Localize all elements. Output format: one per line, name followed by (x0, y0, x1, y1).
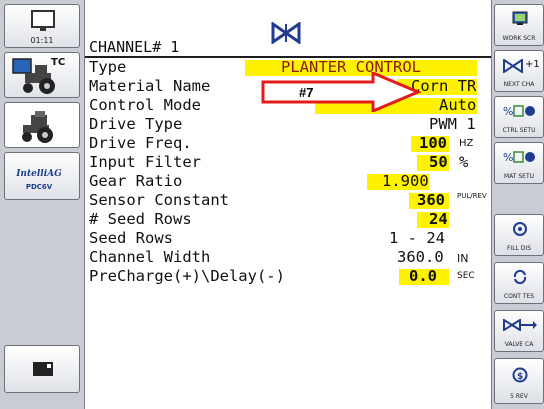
drive-freq-unit: HZ (459, 138, 474, 149)
mat-setup-icon: % (503, 151, 535, 164)
camera-button[interactable] (4, 345, 80, 393)
tc-label: TC (51, 57, 66, 68)
fill-dist-label: FILL DIS (506, 245, 531, 252)
ctrl-setup-label: CTRL SETU (502, 127, 536, 134)
valve-cal-icon (503, 319, 537, 331)
fill-dist-icon (513, 222, 527, 236)
setting-row-input-filter[interactable]: Input Filter 50 % (87, 153, 487, 172)
intelliag-logo: IntelliAG (16, 169, 62, 179)
tractor-button[interactable] (4, 102, 80, 148)
channel-settings-panel: CHANNEL# 1 Type PLANTER CONTROL Material… (85, 0, 491, 409)
channel-width-value: 360.0 (397, 248, 444, 266)
rev-label: 5 REV (510, 393, 528, 400)
next-channel-icon (503, 59, 523, 73)
cont-test-label: CONT TES (503, 293, 535, 300)
seed-rows-count-label: # Seed Rows (89, 210, 192, 228)
drive-freq-value: 100 (419, 134, 447, 152)
rev-icon: $ (512, 367, 528, 383)
next-channel-button[interactable]: +1 NEXT CHA (494, 50, 544, 92)
monitor-icon (31, 10, 55, 31)
next-channel-label: NEXT CHA (503, 81, 535, 88)
setting-row-seed-rows-count[interactable]: # Seed Rows 24 (87, 210, 487, 229)
home-monitor-button[interactable]: 01:11 (4, 4, 80, 48)
seed-rows-value: 1 - 24 (389, 229, 445, 247)
tractor-tc-button[interactable]: TC (4, 52, 80, 98)
valve-cal-label: VALVE CA (504, 341, 534, 348)
work-screen-label: WORK SCR (502, 35, 536, 42)
gear-ratio-value: 1.900 (382, 172, 429, 190)
annotation-label: #7 (299, 85, 314, 100)
tractor-tc-icon (12, 58, 55, 94)
annotation-arrow (261, 72, 421, 112)
control-mode-label: Control Mode (89, 96, 201, 114)
svg-text:%: % (503, 151, 513, 164)
mat-setup-button[interactable]: % MAT SETU (494, 142, 544, 184)
ctrl-setup-icon: % (503, 105, 535, 118)
input-filter-label: Input Filter (89, 153, 201, 171)
right-sidebar: WORK SCR +1 NEXT CHA % CTRL SETU % MAT S… (491, 0, 544, 409)
precharge-delay-label: PreCharge(+)\Delay(-) (89, 267, 285, 285)
setting-row-channel-width[interactable]: Channel Width 360.0 IN (87, 248, 487, 267)
setting-row-precharge-delay[interactable]: PreCharge(+)\Delay(-) 0.0 SEC (87, 267, 487, 286)
setting-row-drive-type[interactable]: Drive Type PWM 1 (87, 115, 487, 134)
control-mode-value: Auto (439, 96, 477, 114)
fill-dist-button[interactable]: FILL DIS (494, 214, 544, 256)
pdc6v-label: PDC6V (25, 183, 53, 191)
intelliag-button[interactable]: IntelliAG PDC6V (4, 152, 80, 200)
planter-control-screen: 01:11 TC IntelliAG PDC6V CHANNEL# 1 Type… (0, 0, 544, 409)
valve-icon (271, 22, 301, 44)
drive-type-value: PWM 1 (429, 115, 476, 133)
camera-icon (33, 362, 53, 376)
clock: 01:11 (30, 36, 54, 45)
valve-cal-button[interactable]: VALVE CA (494, 310, 544, 352)
work-screen-button[interactable]: WORK SCR (494, 4, 544, 46)
material-name-label: Material Name (89, 77, 211, 95)
type-label: Type (89, 58, 127, 76)
channel-width-label: Channel Width (89, 248, 211, 266)
mat-setup-label: MAT SETU (503, 173, 535, 180)
svg-text:$: $ (517, 372, 523, 382)
gear-ratio-label: Gear Ratio (89, 172, 183, 190)
cont-test-button[interactable]: CONT TES (494, 262, 544, 304)
next-channel-badge: +1 (525, 59, 540, 70)
precharge-delay-value: 0.0 (409, 267, 437, 285)
channel-width-unit: IN (457, 252, 469, 265)
input-filter-value: 50 (429, 153, 448, 171)
svg-text:%: % (503, 105, 513, 118)
page-title: CHANNEL# 1 (89, 38, 180, 56)
setting-row-seed-rows[interactable]: Seed Rows 1 - 24 (87, 229, 487, 248)
drive-freq-label: Drive Freq. (89, 134, 192, 152)
cont-test-icon (513, 269, 527, 285)
input-filter-unit: % (459, 153, 469, 171)
sensor-constant-value: 360 (417, 191, 445, 209)
setting-row-drive-freq[interactable]: Drive Freq. 100 HZ (87, 134, 487, 153)
sensor-constant-label: Sensor Constant (89, 191, 229, 209)
tractor-icon (22, 111, 53, 143)
left-sidebar: 01:11 TC IntelliAG PDC6V (0, 0, 85, 409)
ctrl-setup-button[interactable]: % CTRL SETU (494, 96, 544, 138)
seed-rows-count-value: 24 (429, 210, 448, 228)
drive-type-label: Drive Type (89, 115, 183, 133)
sensor-constant-unit: PUL/REV (457, 192, 487, 200)
precharge-delay-unit: SEC (457, 271, 475, 281)
setting-row-gear-ratio[interactable]: Gear Ratio 1.900 (87, 172, 487, 191)
work-screen-icon (512, 11, 528, 25)
rev-button[interactable]: $ 5 REV (494, 358, 544, 404)
setting-row-sensor-constant[interactable]: Sensor Constant 360 PUL/REV (87, 191, 487, 210)
seed-rows-label: Seed Rows (89, 229, 173, 247)
